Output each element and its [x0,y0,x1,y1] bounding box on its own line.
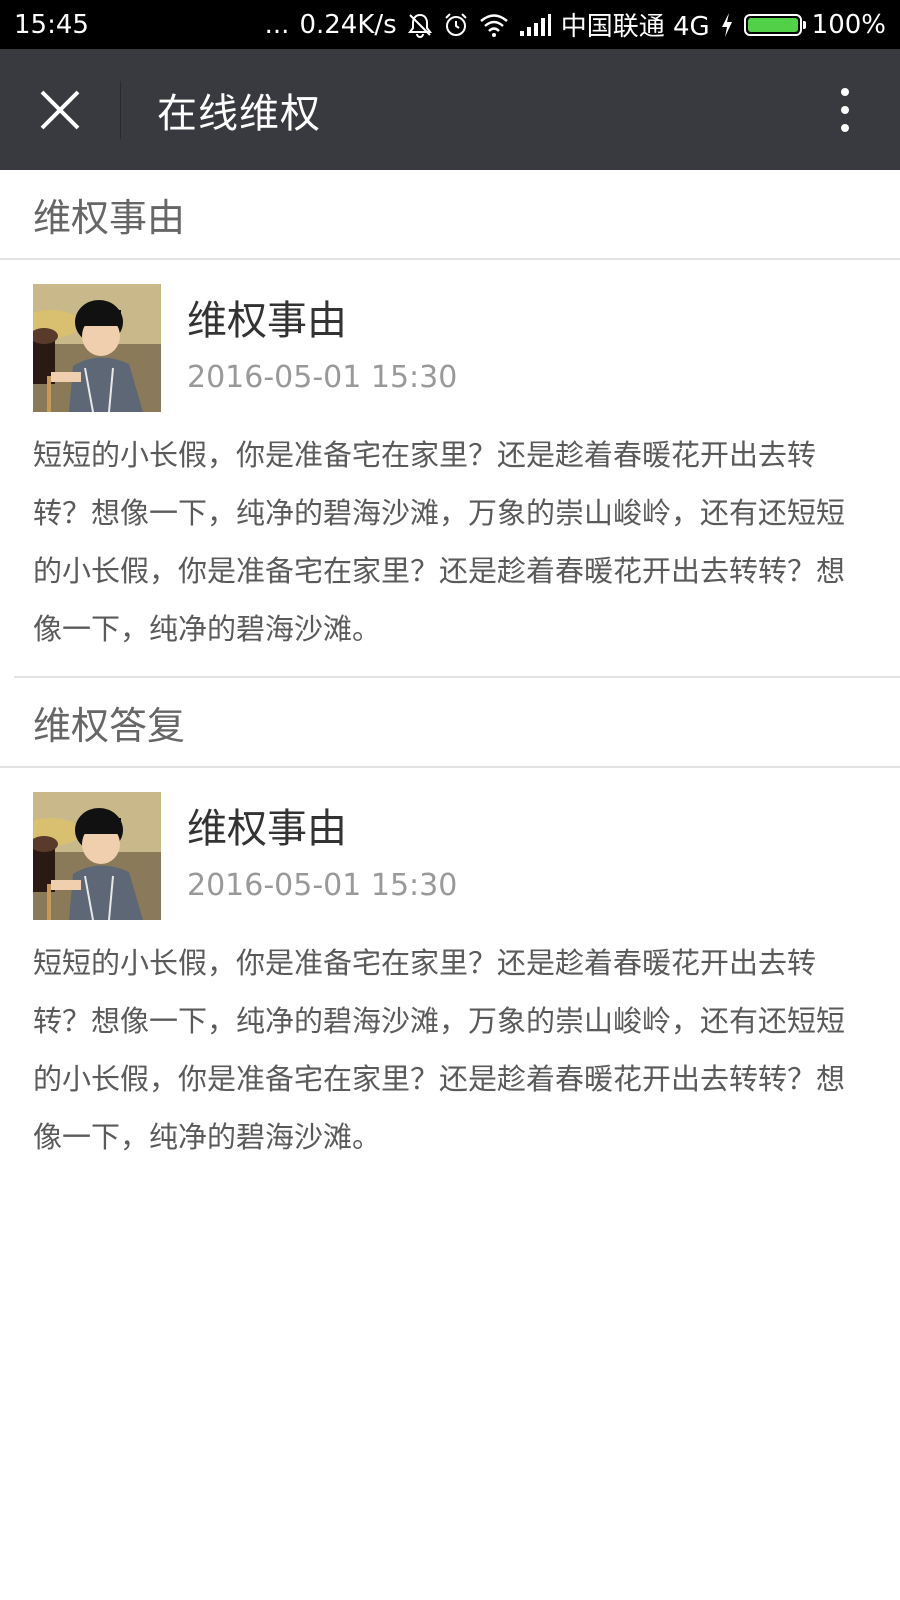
close-button[interactable] [0,49,120,170]
mute-icon [407,12,433,38]
entry-meta: 维权事由 2016-05-01 15:30 [187,792,457,904]
entry-timestamp: 2016-05-01 15:30 [187,360,458,395]
entry-title: 维权事由 [187,806,347,852]
title-bar: 在线维权 [0,49,900,170]
entry-head: 维权事由 2016-05-01 15:30 [33,792,860,920]
page-title: 在线维权 [157,90,321,137]
avatar [33,284,161,412]
more-options-button[interactable] [790,49,900,170]
signal-icon [519,12,551,38]
charging-icon [720,12,734,38]
close-icon [40,90,80,129]
entry-body: 短短的小长假，你是准备宅在家里？还是趁着春暖花开出去转转？想像一下，纯净的碧海沙… [33,438,846,646]
network-speed: 0.24K/s [299,9,397,40]
wifi-icon [479,12,509,38]
more-vertical-icon-dot [841,87,849,96]
status-time: 15:45 [14,9,89,40]
list-item: 维权事由 2016-05-01 15:30 短短的小长假，你是准备宅在家里？还是… [0,260,900,658]
carrier-label: 中国联通 4G [560,12,710,42]
more-vertical-icon-dot [841,105,849,114]
battery-level [747,17,798,32]
status-indicators: ... 0.24K/s 中国联通 4G 100% [265,6,886,43]
status-bar: 15:45 ... 0.24K/s 中国联通 4G 100% [0,0,900,49]
battery-icon [743,13,806,36]
entry-timestamp: 2016-05-01 15:30 [187,868,458,903]
battery-percent: 100% [811,9,886,40]
content-area: 维权事由 维权事由 2016-05-01 15:30 短短的小长假，你是准备宅在… [0,170,900,1166]
entry-body: 短短的小长假，你是准备宅在家里？还是趁着春暖花开出去转转？想像一下，纯净的碧海沙… [33,946,846,1154]
alarm-icon [443,12,469,38]
avatar [33,792,161,920]
entry-title: 维权事由 [187,298,347,344]
more-notifications-dots: ... [264,9,290,40]
title-divider [120,80,121,139]
section-header-reason: 维权事由 [0,170,900,260]
more-vertical-icon-dot [841,123,849,132]
entry-head: 维权事由 2016-05-01 15:30 [33,284,860,412]
entry-meta: 维权事由 2016-05-01 15:30 [187,284,457,396]
section-header-reply: 维权答复 [0,678,900,768]
list-item: 维权事由 2016-05-01 15:30 短短的小长假，你是准备宅在家里？还是… [0,768,900,1166]
